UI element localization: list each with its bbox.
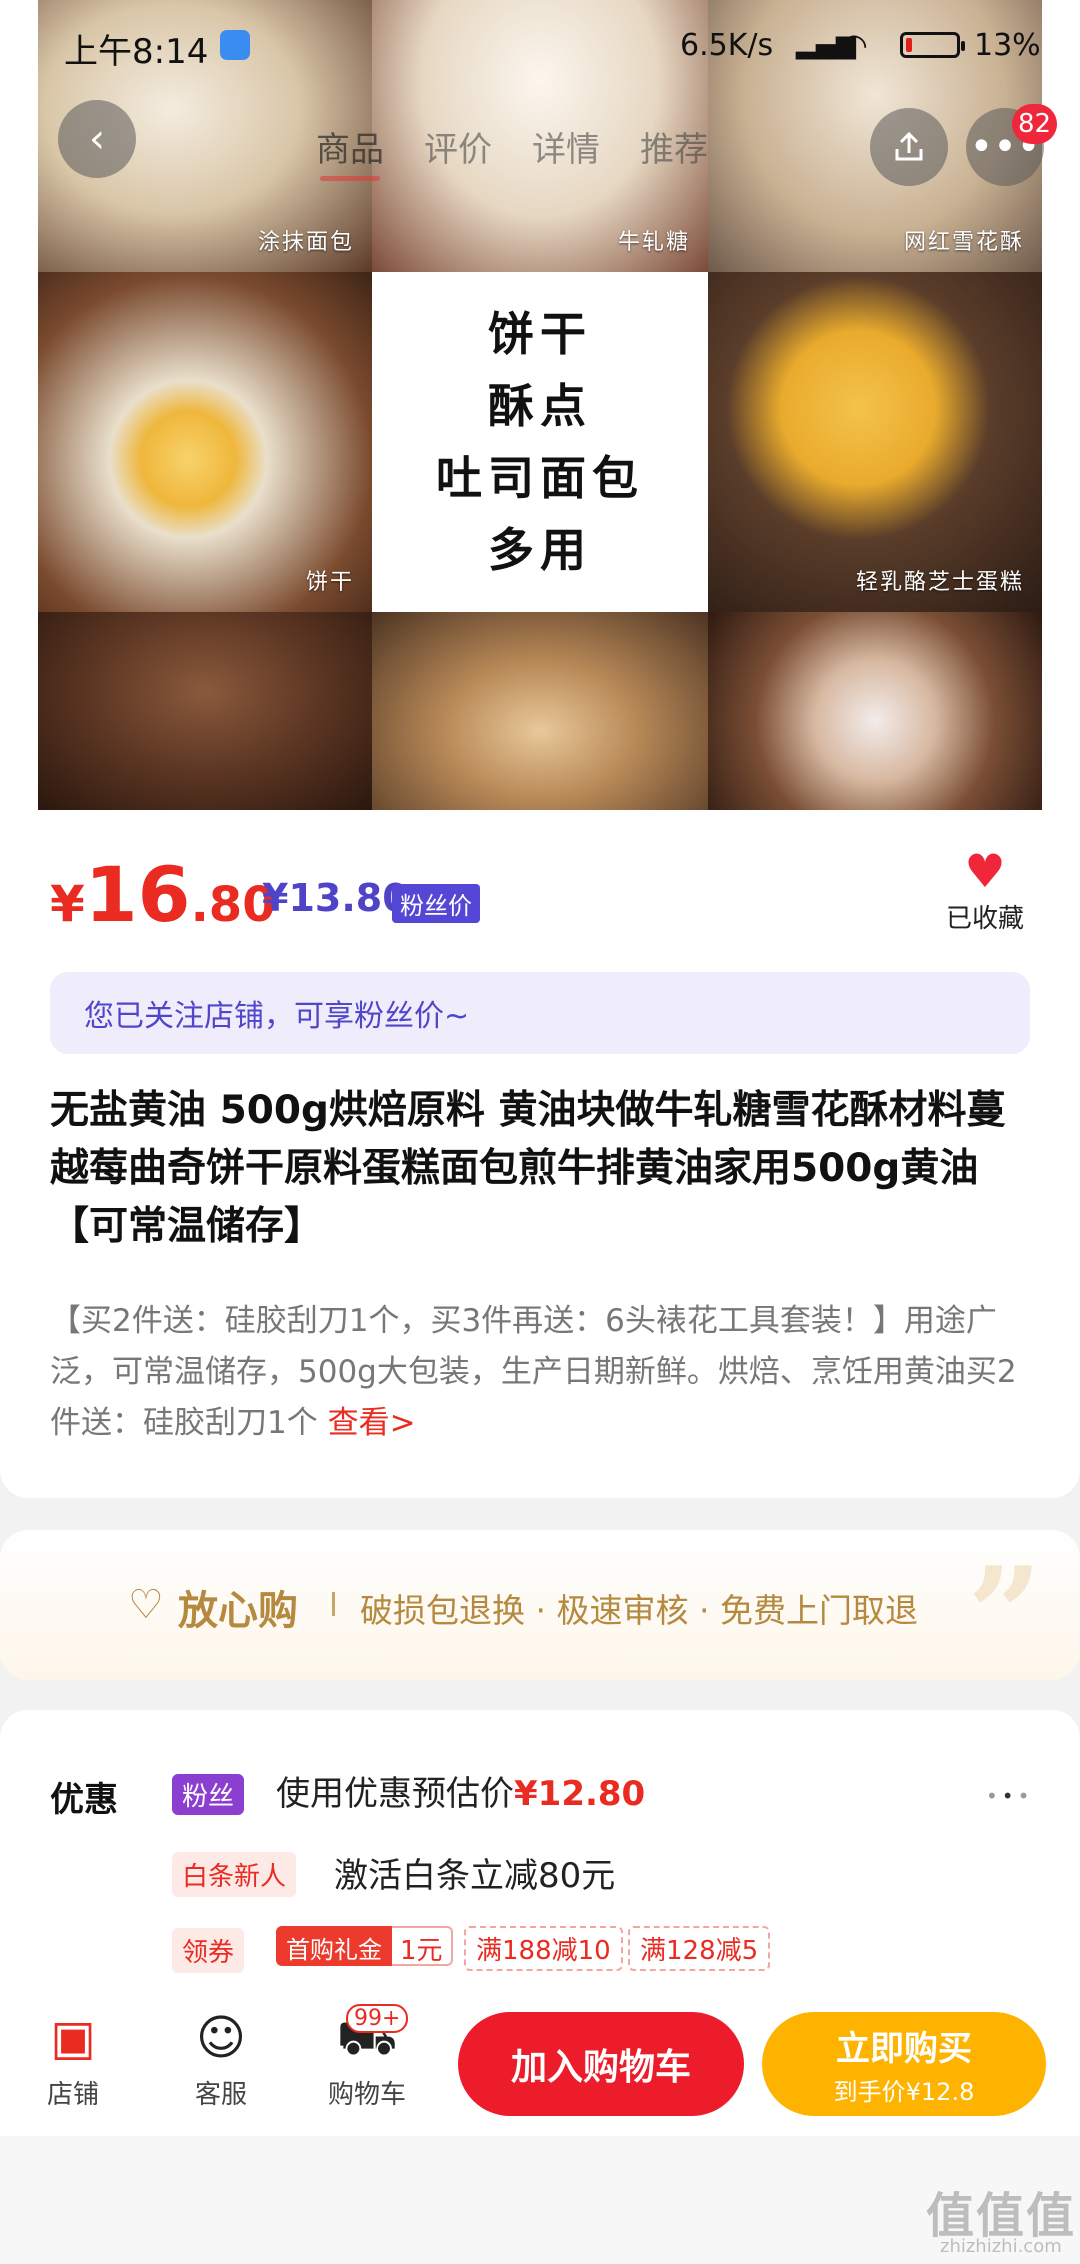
battery-level [906, 38, 912, 52]
network-speed: 6.5K/s [680, 28, 774, 63]
estimate-value: ¥12.80 [514, 1774, 646, 1814]
tab-recommend[interactable]: 推荐 [640, 122, 708, 171]
baitiao-tag: 白条新人 [172, 1852, 297, 1897]
description-text: 【买2件送：硅胶刮刀1个，买3件再送：6头裱花工具套装！】用途广泛，可常温储存，… [50, 1303, 1017, 1441]
baitiao-offer[interactable]: 激活白条立减80元 [334, 1848, 615, 1897]
back-button[interactable]: ‹ [58, 100, 136, 178]
price-integer: 16 [84, 850, 191, 939]
battery-icon [900, 32, 965, 58]
first-purchase-gift[interactable]: 首购礼金 1元 [276, 1926, 453, 1966]
cart-label: 购物车 [327, 2080, 406, 2110]
guarantee-items: 破损包退换 · 极速审核 · 免费上门取退 [360, 1591, 918, 1630]
quote-decoration: ” [967, 1538, 1042, 1680]
message-count-badge: 82 [1012, 104, 1058, 144]
follow-notice: 您已关注店铺，可享粉丝价~ [50, 972, 1030, 1054]
favorite-label: 已收藏 [945, 904, 1024, 934]
divider [332, 1592, 335, 1616]
detail-tabs: 商品 评价 详情 推荐 [316, 122, 708, 181]
favorite-button[interactable]: ♥ 已收藏 [940, 846, 1030, 935]
first-gift-value: 1元 [392, 1926, 453, 1966]
diamond-heart-icon: ♡ [128, 1582, 164, 1628]
estimate-prefix: 使用优惠预估价 [276, 1774, 514, 1814]
fan-tag: 粉丝 [172, 1774, 245, 1815]
watermark-url: zhizhizhi.com [940, 2236, 1062, 2257]
pager-dots-icon: ••• [986, 1784, 1034, 1808]
shop-button[interactable]: ▣ 店铺 [18, 2010, 128, 2111]
photo-muffin [708, 612, 1042, 810]
tab-reviews[interactable]: 评价 [424, 122, 492, 171]
final-price-label: 到手价¥12.8 [833, 2078, 975, 2106]
coupon-188-10[interactable]: 满188减10 [464, 1926, 623, 1971]
fan-price: ¥13.80 [262, 876, 409, 920]
chat-icon: ☺ [195, 2010, 247, 2066]
buy-now-label: 立即购买 [836, 2029, 972, 2069]
caption-nougat: 牛轧糖 [617, 230, 690, 255]
caption-cheesecake: 轻乳酪芝士蛋糕 [855, 570, 1024, 595]
caption-spread-bread: 涂抹面包 [257, 230, 354, 255]
wifi-icon: ◠ [840, 26, 868, 64]
status-bar: 上午8:14 6.5K/s ▂▄▆ ◠ 13% [0, 0, 1080, 92]
battery-percent: 13% [974, 28, 1041, 63]
photo-cookies: 饼干 [38, 272, 372, 612]
guarantee-title: 放心购 [178, 1588, 298, 1634]
usage-line: 多用 [488, 523, 592, 577]
photo-chocolate-bread [38, 612, 372, 810]
view-more-link[interactable]: 查看> [328, 1405, 416, 1441]
shop-label: 店铺 [46, 2080, 99, 2110]
current-price: ¥16.80 [50, 850, 276, 939]
coupon-128-5[interactable]: 满128减5 [628, 1926, 771, 1971]
service-label: 客服 [194, 2080, 247, 2110]
estimate-price-row[interactable]: 使用优惠预估价¥12.80 [276, 1766, 645, 1815]
system-navigation-bar [0, 2136, 1080, 2264]
photo-cheesecake: 轻乳酪芝士蛋糕 [708, 272, 1042, 612]
buy-now-button[interactable]: 立即购买 到手价¥12.8 [762, 2012, 1046, 2116]
share-button[interactable] [870, 108, 948, 186]
fan-price-badge: 粉丝价 [392, 884, 480, 923]
product-description: 【买2件送：硅胶刮刀1个，买3件再送：6头裱花工具套装！】用途广泛，可常温储存，… [50, 1296, 1035, 1449]
usage-text-panel: 饼干 酥点 吐司面包 多用 [372, 272, 708, 612]
caption-cookies: 饼干 [305, 570, 354, 595]
photo-toast [372, 612, 708, 810]
cart-count-badge: 99+ [346, 2004, 409, 2033]
back-arrow-icon: ‹ [89, 116, 105, 162]
coupon-tag: 领券 [172, 1928, 245, 1973]
shop-icon: ▣ [50, 2010, 96, 2066]
tab-details[interactable]: 详情 [532, 122, 600, 171]
promo-label: 优惠 [50, 1780, 118, 1820]
customer-service-button[interactable]: ☺ 客服 [166, 2010, 276, 2111]
price-currency: ¥ [50, 875, 85, 933]
caption-snowflake-crisp: 网红雪花酥 [903, 230, 1024, 255]
product-title: 无盐黄油 500g烘焙原料 黄油块做牛轧糖雪花酥材料蔓越莓曲奇饼干原料蛋糕面包煎… [50, 1088, 1006, 1249]
tab-goods[interactable]: 商品 [316, 122, 384, 181]
share-icon [895, 131, 923, 161]
usage-line: 饼干 [488, 307, 592, 361]
status-time: 上午8:14 [64, 32, 209, 72]
usage-line: 酥点 [488, 379, 592, 433]
add-to-cart-button[interactable]: 加入购物车 [458, 2012, 744, 2116]
first-gift-label: 首购礼金 [276, 1926, 392, 1966]
heart-icon: ♥ [964, 844, 1006, 898]
usage-line: 吐司面包 [436, 451, 644, 505]
notification-app-icon [220, 30, 250, 60]
